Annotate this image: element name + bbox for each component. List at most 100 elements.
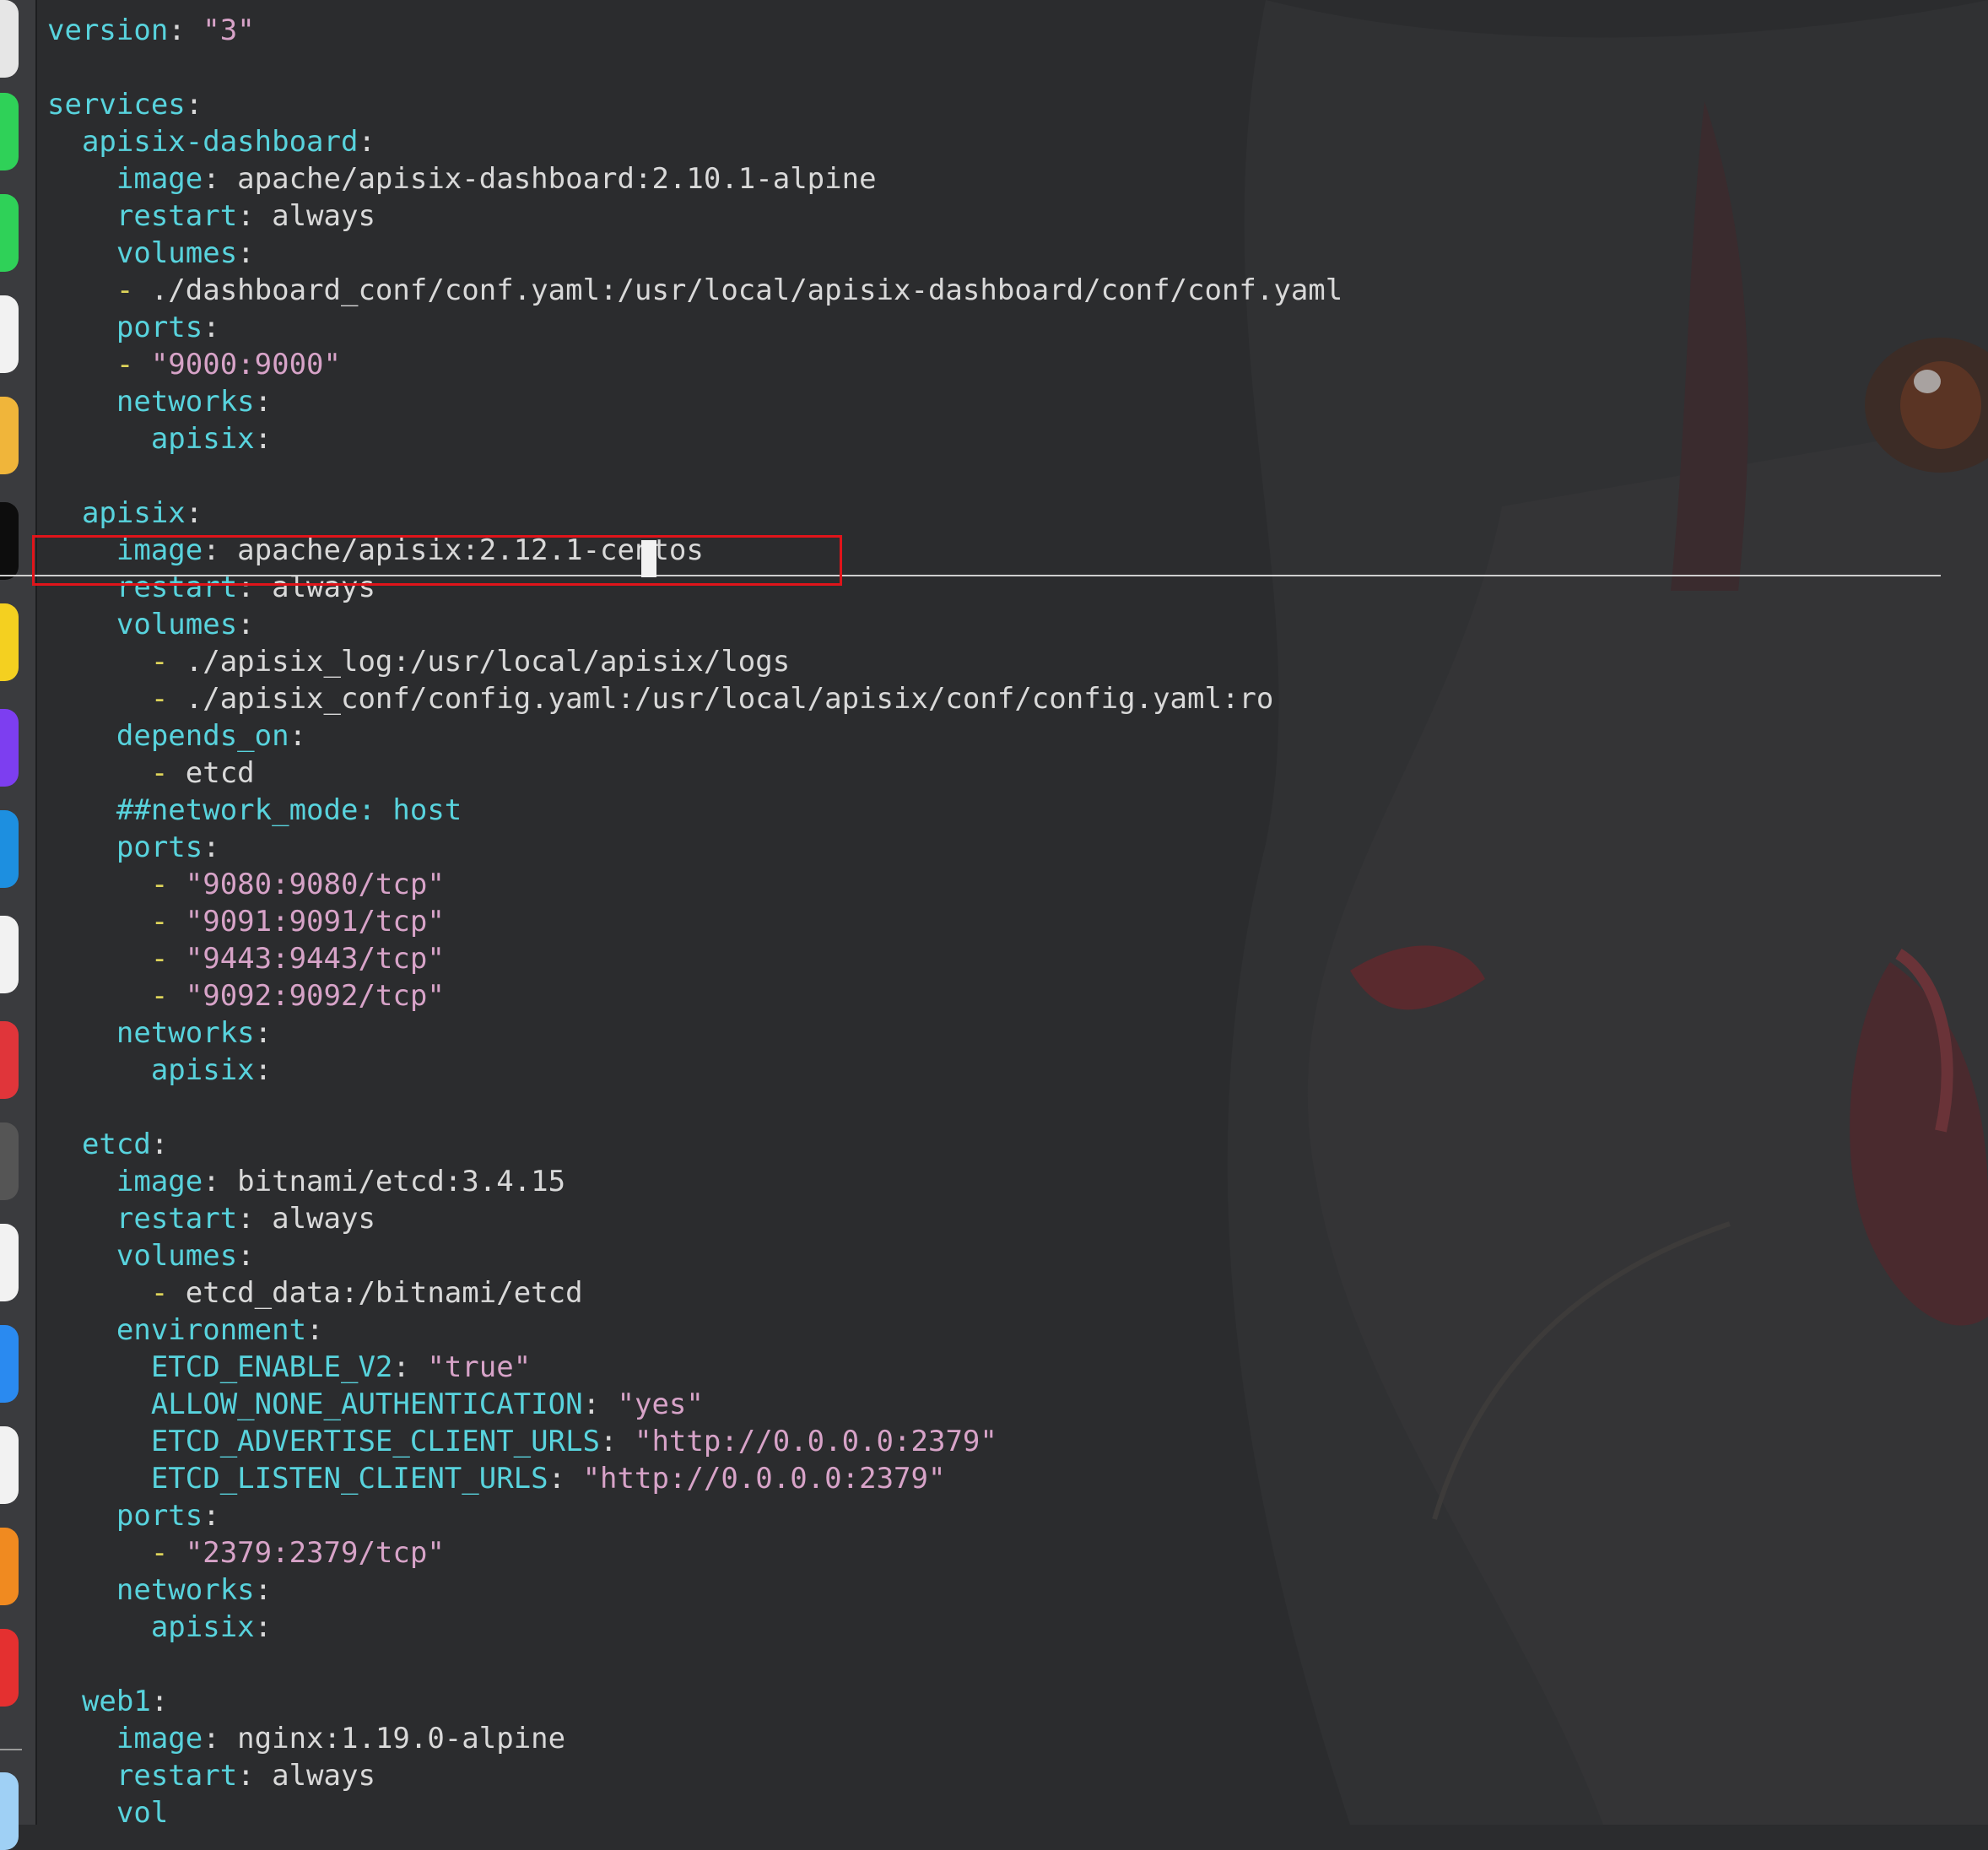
code-token: restart bbox=[47, 199, 238, 233]
code-line[interactable]: networks: bbox=[47, 1014, 272, 1052]
code-token: networks bbox=[47, 385, 255, 419]
code-token: "9443:9443/tcp" bbox=[185, 942, 445, 976]
terminal-icon[interactable] bbox=[0, 502, 19, 580]
code-token: "true" bbox=[427, 1350, 532, 1384]
code-token: : bbox=[168, 14, 203, 47]
code-token: environment bbox=[47, 1313, 307, 1347]
app-gray-icon[interactable] bbox=[0, 1122, 19, 1200]
dock-separator bbox=[0, 1749, 22, 1750]
code-line[interactable]: apisix: bbox=[47, 1609, 272, 1646]
browser-icon[interactable] bbox=[0, 916, 19, 993]
code-line[interactable]: - "9091:9091/tcp" bbox=[47, 903, 445, 940]
code-token: : bbox=[289, 719, 307, 753]
code-line[interactable]: - ./apisix_conf/config.yaml:/usr/local/a… bbox=[47, 680, 1274, 717]
code-token: : bitnami/etcd:3.4.15 bbox=[203, 1165, 566, 1198]
sketch-icon[interactable] bbox=[0, 603, 19, 681]
code-token: : bbox=[150, 1685, 169, 1718]
jetbrains-icon[interactable] bbox=[0, 709, 19, 787]
code-token: - bbox=[47, 682, 186, 716]
code-line[interactable]: depends_on: bbox=[47, 717, 306, 755]
code-editor[interactable]: version: "3" services: apisix-dashboard: … bbox=[47, 12, 1988, 1830]
code-line[interactable]: restart: always bbox=[47, 197, 375, 235]
office-icon[interactable] bbox=[0, 1426, 19, 1504]
code-token: : bbox=[358, 125, 375, 159]
code-line[interactable]: apisix: bbox=[47, 1052, 272, 1089]
code-token: apisix bbox=[47, 1053, 255, 1087]
code-line[interactable]: environment: bbox=[47, 1312, 324, 1349]
code-line[interactable]: - etcd_data:/bitnami/etcd bbox=[47, 1274, 583, 1312]
code-line[interactable]: - "9080:9080/tcp" bbox=[47, 866, 445, 903]
app-orange-icon[interactable] bbox=[0, 1528, 19, 1605]
messages-icon[interactable] bbox=[0, 93, 19, 170]
code-line[interactable]: vol bbox=[47, 1794, 168, 1831]
code-line[interactable]: apisix: bbox=[47, 420, 272, 457]
facetime-icon[interactable] bbox=[0, 194, 19, 272]
code-token: - bbox=[47, 756, 186, 790]
code-token: - bbox=[47, 868, 186, 901]
code-token: : bbox=[237, 1239, 255, 1273]
code-line[interactable]: etcd: bbox=[47, 1126, 168, 1163]
code-line[interactable]: ##network_mode: host bbox=[47, 792, 462, 829]
pdf-icon[interactable] bbox=[0, 1629, 19, 1707]
code-token: "3" bbox=[203, 14, 255, 47]
code-token: - bbox=[47, 1536, 186, 1570]
code-line[interactable]: ETCD_ENABLE_V2: "true" bbox=[47, 1349, 531, 1386]
code-token: : bbox=[185, 496, 203, 530]
code-token: : always bbox=[237, 1759, 375, 1793]
code-line[interactable]: - "9000:9000" bbox=[47, 346, 341, 383]
code-line[interactable]: web1: bbox=[47, 1683, 168, 1720]
code-line[interactable]: apisix-dashboard: bbox=[47, 123, 375, 160]
maps-icon[interactable] bbox=[0, 295, 19, 373]
webstorm-icon[interactable] bbox=[0, 810, 19, 888]
safari-icon[interactable] bbox=[0, 1325, 19, 1403]
code-token: version bbox=[47, 14, 169, 47]
code-token: apisix bbox=[47, 496, 186, 530]
code-token: : always bbox=[237, 1202, 375, 1236]
code-line[interactable]: restart: always bbox=[47, 1757, 375, 1794]
code-token: - bbox=[47, 348, 151, 381]
code-line[interactable]: services: bbox=[47, 86, 203, 123]
code-line[interactable]: apisix: bbox=[47, 495, 203, 532]
code-token: "http://0.0.0.0:2379" bbox=[582, 1462, 946, 1496]
code-line[interactable]: ALLOW_NONE_AUTHENTICATION: "yes" bbox=[47, 1386, 704, 1423]
code-token: - bbox=[47, 942, 186, 976]
code-line[interactable]: volumes: bbox=[47, 1237, 255, 1274]
code-line[interactable]: restart: always bbox=[47, 1200, 375, 1237]
code-line[interactable]: networks: bbox=[47, 1571, 272, 1609]
code-line[interactable]: ETCD_LISTEN_CLIENT_URLS: "http://0.0.0.0… bbox=[47, 1460, 946, 1497]
code-token: : nginx:1.19.0-alpine bbox=[203, 1722, 566, 1755]
code-token: - bbox=[47, 645, 186, 679]
code-line[interactable]: - "9092:9092/tcp" bbox=[47, 977, 445, 1014]
code-token: : bbox=[306, 1313, 324, 1347]
code-token: volumes bbox=[47, 236, 238, 270]
code-line[interactable]: - etcd bbox=[47, 755, 255, 792]
code-line[interactable]: ports: bbox=[47, 309, 220, 346]
code-token: - bbox=[47, 905, 186, 939]
launchpad-icon[interactable] bbox=[0, 0, 19, 78]
code-line[interactable]: version: "3" bbox=[47, 12, 255, 49]
app-red-icon[interactable] bbox=[0, 1021, 19, 1099]
code-token: image bbox=[47, 1165, 203, 1198]
code-line[interactable]: networks: bbox=[47, 383, 272, 420]
code-line[interactable]: ETCD_ADVERTISE_CLIENT_URLS: "http://0.0.… bbox=[47, 1423, 997, 1460]
code-token: : always bbox=[237, 199, 375, 233]
finder-icon[interactable] bbox=[0, 1772, 19, 1850]
code-line[interactable]: volumes: bbox=[47, 606, 255, 643]
chrome-icon[interactable] bbox=[0, 397, 19, 474]
code-line[interactable]: volumes: bbox=[47, 235, 255, 272]
code-line[interactable]: ports: bbox=[47, 829, 220, 866]
code-line[interactable]: image: bitnami/etcd:3.4.15 bbox=[47, 1163, 565, 1200]
code-line[interactable]: image: nginx:1.19.0-alpine bbox=[47, 1720, 565, 1757]
code-line[interactable]: - ./dashboard_conf/conf.yaml:/usr/local/… bbox=[47, 272, 1342, 309]
code-token: : bbox=[150, 1128, 169, 1161]
code-line[interactable]: - "2379:2379/tcp" bbox=[47, 1534, 445, 1571]
code-line[interactable]: ports: bbox=[47, 1497, 220, 1534]
code-token: ./dashboard_conf/conf.yaml:/usr/local/ap… bbox=[150, 273, 1343, 307]
code-token: : bbox=[203, 1499, 220, 1533]
code-line[interactable]: - ./apisix_log:/usr/local/apisix/logs bbox=[47, 643, 790, 680]
code-line[interactable]: - "9443:9443/tcp" bbox=[47, 940, 445, 977]
acrobat-icon[interactable] bbox=[0, 1224, 19, 1301]
code-token: restart bbox=[47, 1202, 238, 1236]
code-line[interactable]: image: apache/apisix-dashboard:2.10.1-al… bbox=[47, 160, 877, 197]
code-token: "yes" bbox=[617, 1388, 704, 1421]
